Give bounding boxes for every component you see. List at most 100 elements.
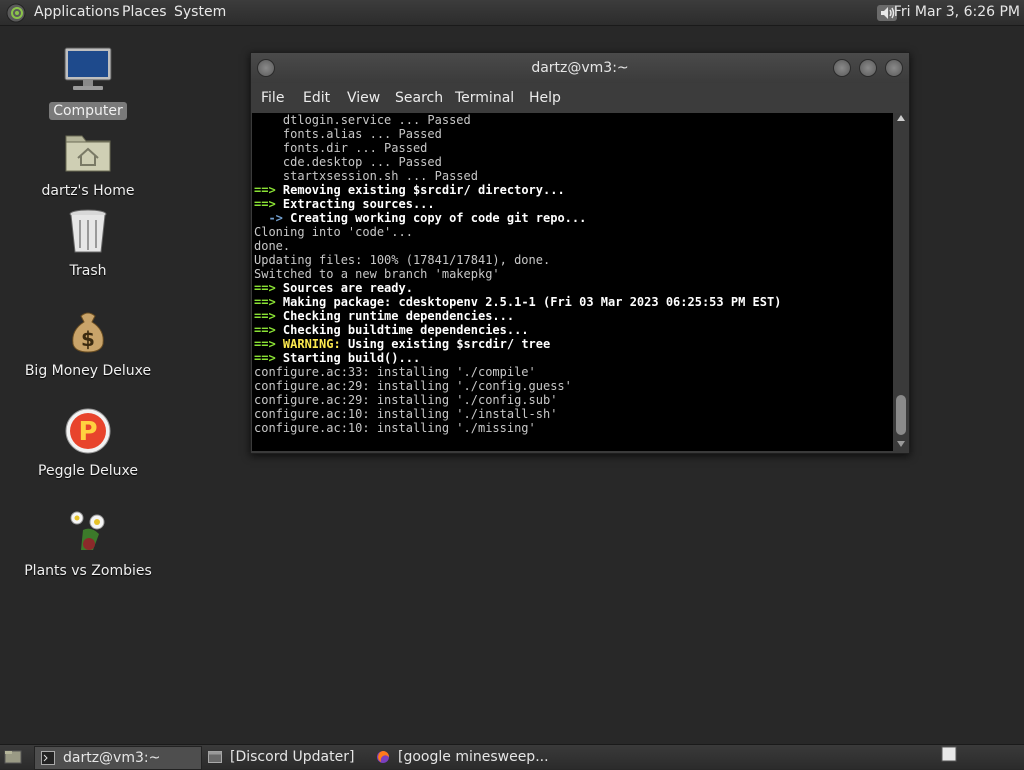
- scroll-thumb[interactable]: [896, 395, 906, 435]
- menu-file[interactable]: File: [261, 83, 284, 113]
- terminal-line-pre: [254, 141, 283, 155]
- clock[interactable]: Fri Mar 3, 6:26 PM: [894, 0, 1020, 25]
- terminal-line-text: Cloning into 'code'...: [254, 225, 413, 239]
- desktop-icon-pvz[interactable]: Plants vs Zombies: [18, 506, 158, 580]
- menu-applications[interactable]: Applications: [34, 0, 120, 25]
- desktop-icon-home[interactable]: dartz's Home: [18, 126, 158, 200]
- taskbar-item-label: [google minesweep...: [398, 749, 549, 765]
- terminal-line-bold: Making package: cdesktopenv 2.5.1-1 (Fri…: [275, 295, 782, 309]
- terminal-line: ==> Making package: cdesktopenv 2.5.1-1 …: [254, 295, 781, 309]
- terminal-line-text: configure.ac:29: installing './config.su…: [254, 393, 558, 407]
- svg-text:$: $: [81, 327, 95, 351]
- peggle-icon: P: [65, 408, 111, 454]
- mate-logo-icon[interactable]: [6, 3, 26, 23]
- plants-vs-zombies-icon: [70, 511, 105, 550]
- terminal-line: fonts.alias ... Passed: [254, 127, 781, 141]
- desktop-icon-label: Plants vs Zombies: [24, 563, 152, 579]
- terminal-line: cde.desktop ... Passed: [254, 155, 781, 169]
- desktop-icon-trash[interactable]: Trash: [18, 206, 158, 280]
- desktop-icon-peggle[interactable]: P Peggle Deluxe: [18, 406, 158, 480]
- terminal-line-pre: [254, 113, 283, 127]
- terminal-line-text: done.: [254, 239, 291, 253]
- taskbar-item-discord-updater[interactable]: [Discord Updater]: [204, 746, 364, 768]
- terminal-lines: dtlogin.service ... Passed fonts.alias .…: [254, 113, 781, 435]
- terminal-line: ==> WARNING: Using existing $srcdir/ tre…: [254, 337, 781, 351]
- terminal-line-arrow: ==>: [254, 323, 276, 337]
- menu-places[interactable]: Places: [122, 0, 167, 25]
- terminal-line-text: fonts.dir ... Passed: [282, 141, 428, 155]
- terminal-line: ==> Starting build()...: [254, 351, 781, 365]
- terminal-line-pre: [254, 155, 283, 169]
- menu-edit[interactable]: Edit: [303, 83, 330, 113]
- terminal-line: Updating files: 100% (17841/17841), done…: [254, 253, 781, 267]
- menu-help[interactable]: Help: [529, 83, 561, 113]
- terminal-line-text: startxsession.sh ... Passed: [282, 169, 478, 183]
- terminal-line: Cloning into 'code'...: [254, 225, 781, 239]
- terminal-line-arrow: ==>: [254, 281, 276, 295]
- terminal-line-bold: Extracting sources...: [275, 197, 435, 211]
- terminal-titlebar[interactable]: dartz@vm3:~: [251, 53, 909, 83]
- terminal-line: configure.ac:33: installing './compile': [254, 365, 781, 379]
- terminal-icon: [41, 751, 55, 765]
- desktop-icon-computer[interactable]: Computer: [18, 46, 158, 120]
- terminal-line-text: fonts.alias ... Passed: [282, 127, 442, 141]
- taskbar-item-terminal[interactable]: dartz@vm3:~: [34, 746, 202, 770]
- bottom-panel: dartz@vm3:~ [Discord Updater] [google mi…: [0, 744, 1024, 770]
- menu-view[interactable]: View: [347, 83, 380, 113]
- close-icon[interactable]: [885, 59, 903, 77]
- terminal-line-arrow: ==>: [254, 337, 276, 351]
- terminal-line: ==> Checking runtime dependencies...: [254, 309, 781, 323]
- workspace-icon[interactable]: [941, 746, 957, 762]
- taskbar-item-label: dartz@vm3:~: [63, 750, 161, 766]
- scroll-up-arrow-icon[interactable]: [897, 115, 905, 121]
- terminal-line-bold: Removing existing $srcdir/ directory...: [275, 183, 565, 197]
- top-panel: Applications Places System Fri Mar 3, 6:…: [0, 0, 1024, 26]
- terminal-line: startxsession.sh ... Passed: [254, 169, 781, 183]
- desktop-icon-label: Trash: [69, 263, 107, 279]
- show-desktop-icon[interactable]: [4, 748, 22, 766]
- terminal-line: configure.ac:29: installing './config.gu…: [254, 379, 781, 393]
- terminal-line-arrow: ==>: [254, 295, 276, 309]
- terminal-line-warn: WARNING:: [275, 337, 341, 351]
- terminal-line: ==> Removing existing $srcdir/ directory…: [254, 183, 781, 197]
- desktop-icon-label: Peggle Deluxe: [38, 463, 138, 479]
- terminal-line-arrow: ==>: [254, 309, 276, 323]
- terminal-line-text: Switched to a new branch 'makepkg': [254, 267, 500, 281]
- terminal-line-arrow: ==>: [254, 197, 276, 211]
- terminal-line-arrow: ==>: [254, 183, 276, 197]
- trash-icon: [69, 209, 107, 253]
- terminal-line-bold: Checking runtime dependencies...: [275, 309, 515, 323]
- firefox-icon: [377, 751, 389, 763]
- terminal-line: ==> Extracting sources...: [254, 197, 781, 211]
- terminal-line-pre: [254, 127, 283, 141]
- terminal-line-pre: [254, 169, 283, 183]
- terminal-line-text: configure.ac:10: installing './install-s…: [254, 407, 558, 421]
- taskbar-item-minesweeper[interactable]: [google minesweep...: [372, 746, 552, 768]
- terminal-line: fonts.dir ... Passed: [254, 141, 781, 155]
- terminal-line: ==> Sources are ready.: [254, 281, 781, 295]
- terminal-line-text: dtlogin.service ... Passed: [282, 113, 471, 127]
- minimize-icon[interactable]: [833, 59, 851, 77]
- scroll-down-arrow-icon[interactable]: [897, 441, 905, 447]
- taskbar-item-label: [Discord Updater]: [230, 749, 355, 765]
- maximize-icon[interactable]: [859, 59, 877, 77]
- window-title: dartz@vm3:~: [531, 60, 629, 76]
- home-folder-icon: [65, 135, 111, 172]
- window-icon: [208, 751, 222, 763]
- terminal-line-text: Updating files: 100% (17841/17841), done…: [254, 253, 551, 267]
- menu-terminal[interactable]: Terminal: [455, 83, 514, 113]
- terminal-line: configure.ac:10: installing './install-s…: [254, 407, 781, 421]
- terminal-window[interactable]: dartz@vm3:~ File Edit View Search Termin…: [250, 52, 910, 454]
- terminal-line: configure.ac:10: installing './missing': [254, 421, 781, 435]
- menu-system[interactable]: System: [174, 0, 226, 25]
- desktop-icon-big-money[interactable]: $ Big Money Deluxe: [18, 306, 158, 380]
- terminal-menubar: File Edit View Search Terminal Help: [251, 83, 909, 113]
- terminal-line: ==> Checking buildtime dependencies...: [254, 323, 781, 337]
- terminal-output[interactable]: dtlogin.service ... Passed fonts.alias .…: [252, 113, 893, 451]
- terminal-scrollbar[interactable]: [894, 113, 908, 451]
- terminal-line-bold: Checking buildtime dependencies...: [275, 323, 529, 337]
- terminal-line-text: configure.ac:10: installing './missing': [254, 421, 536, 435]
- terminal-line: dtlogin.service ... Passed: [254, 113, 781, 127]
- menu-search[interactable]: Search: [395, 83, 443, 113]
- desktop-icon-label: dartz's Home: [41, 183, 135, 199]
